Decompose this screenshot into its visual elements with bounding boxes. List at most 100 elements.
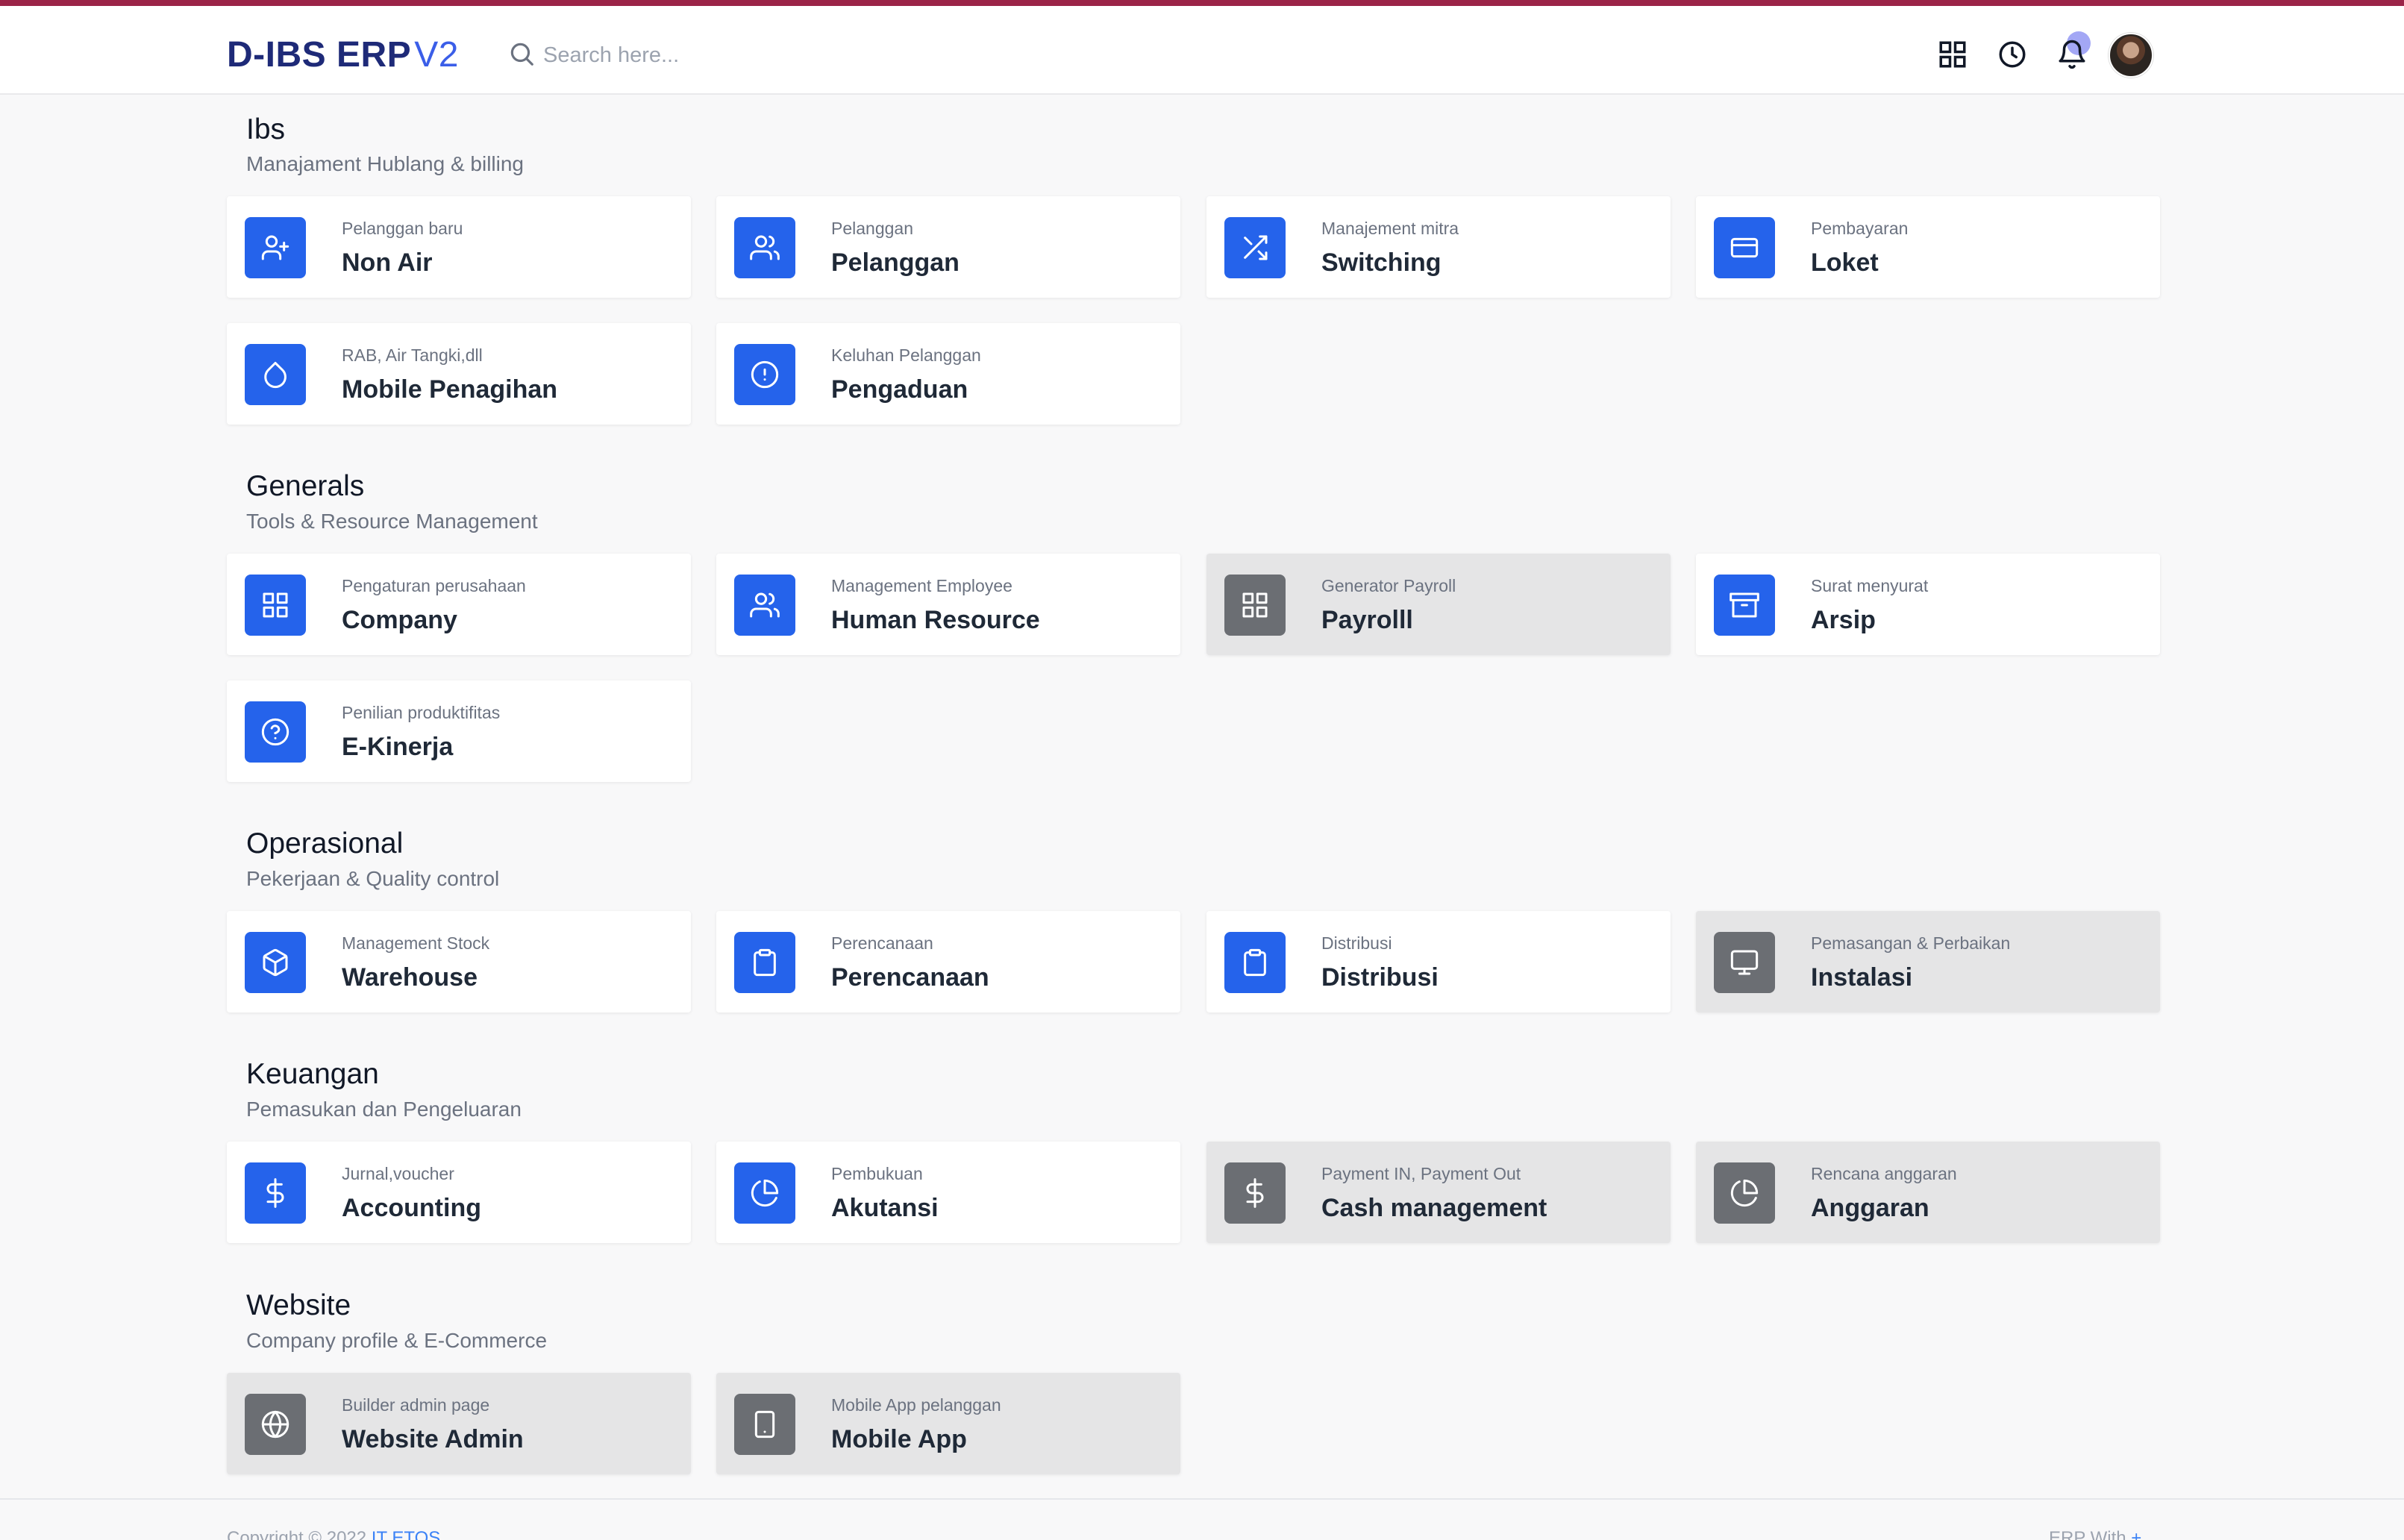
monitor-icon <box>1714 932 1775 993</box>
module-card-perencanaan[interactable]: Perencanaan Perencanaan <box>716 911 1180 1012</box>
box-icon <box>245 932 306 993</box>
module-card-subtitle: Surat menyurat <box>1811 576 1929 595</box>
module-card-title: Perencanaan <box>831 963 989 992</box>
module-card-loket[interactable]: Pembayaran Loket <box>1696 196 2160 298</box>
module-card-title: Arsip <box>1811 606 1876 634</box>
module-card-title: Mobile Penagihan <box>342 375 558 404</box>
module-card-title: Distribusi <box>1321 963 1439 992</box>
globe-icon <box>245 1394 306 1455</box>
module-card-subtitle: Pelanggan baru <box>342 219 463 238</box>
credit-card-icon <box>1714 217 1775 278</box>
bell-icon[interactable] <box>2055 37 2089 72</box>
module-card-subtitle: Builder admin page <box>342 1395 490 1415</box>
module-card-warehouse[interactable]: Management Stock Warehouse <box>227 911 691 1012</box>
module-card-accounting[interactable]: Jurnal,voucher Accounting <box>227 1142 691 1243</box>
section-subtitle-website: Company profile & E-Commerce <box>246 1329 548 1352</box>
module-card-title: Accounting <box>342 1194 481 1222</box>
module-card-subtitle: Penilian produktifitas <box>342 703 501 722</box>
module-card-non-air[interactable]: Pelanggan baru Non Air <box>227 196 691 298</box>
module-card-subtitle: Keluhan Pelanggan <box>831 345 981 365</box>
app-header: D-IBS ERP V2 <box>0 6 2404 95</box>
module-card-switching[interactable]: Manajement mitra Switching <box>1206 196 1671 298</box>
module-card-title: Loket <box>1811 248 1879 277</box>
module-card-subtitle: Pembukuan <box>831 1164 923 1183</box>
section-title-keuangan: Keuangan <box>246 1058 379 1090</box>
module-card-subtitle: Generator Payroll <box>1321 576 1456 595</box>
dollar-icon <box>245 1162 306 1224</box>
module-card-instalasi[interactable]: Pemasangan & Perbaikan Instalasi <box>1696 911 2160 1012</box>
search-input[interactable] <box>543 43 871 68</box>
users-icon <box>734 575 795 636</box>
module-card-website-admin[interactable]: Builder admin page Website Admin <box>227 1373 691 1474</box>
brand-logo[interactable]: D-IBS ERP V2 <box>227 28 459 81</box>
module-card-subtitle: Management Employee <box>831 576 1012 595</box>
footer-right: ERP With + <box>2049 1528 2141 1540</box>
search-icon <box>507 40 536 72</box>
module-card-title: Instalasi <box>1811 963 1913 992</box>
module-card-title: Pengaduan <box>831 375 968 404</box>
module-card-title: E-Kinerja <box>342 733 454 761</box>
module-card-title: Switching <box>1321 248 1442 277</box>
module-card-subtitle: Perencanaan <box>831 933 933 953</box>
module-card-title: Payrolll <box>1321 606 1413 634</box>
module-card-subtitle: RAB, Air Tangki,dll <box>342 345 483 365</box>
user-plus-icon <box>245 217 306 278</box>
search-bar[interactable] <box>507 33 895 78</box>
module-card-title: Website Admin <box>342 1425 524 1453</box>
footer-right-label: ERP With <box>2049 1528 2126 1540</box>
module-card-payrolll[interactable]: Generator Payroll Payrolll <box>1206 554 1671 655</box>
module-card-subtitle: Jurnal,voucher <box>342 1164 454 1183</box>
module-card-pengaduan[interactable]: Keluhan Pelanggan Pengaduan <box>716 323 1180 425</box>
module-card-mobile-app[interactable]: Mobile App pelanggan Mobile App <box>716 1373 1180 1474</box>
module-card-akutansi[interactable]: Pembukuan Akutansi <box>716 1142 1180 1243</box>
pie-chart-icon <box>734 1162 795 1224</box>
help-circle-icon <box>245 701 306 763</box>
users-icon <box>734 217 795 278</box>
module-card-title: Mobile App <box>831 1425 967 1453</box>
alert-circle-icon <box>734 344 795 405</box>
module-card-title: Human Resource <box>831 606 1040 634</box>
module-card-subtitle: Distribusi <box>1321 933 1392 953</box>
shuffle-icon <box>1224 217 1286 278</box>
module-card-pelanggan[interactable]: Pelanggan Pelanggan <box>716 196 1180 298</box>
avatar[interactable] <box>2109 33 2153 78</box>
droplet-icon <box>245 344 306 405</box>
module-card-arsip[interactable]: Surat menyurat Arsip <box>1696 554 2160 655</box>
module-card-title: Warehouse <box>342 963 478 992</box>
module-card-subtitle: Pelanggan <box>831 219 913 238</box>
module-card-title: Pelanggan <box>831 248 960 277</box>
module-card-subtitle: Pengaturan perusahaan <box>342 576 526 595</box>
archive-icon <box>1714 575 1775 636</box>
brand-version: V2 <box>414 34 459 75</box>
module-card-anggaran[interactable]: Rencana anggaran Anggaran <box>1696 1142 2160 1243</box>
section-subtitle-keuangan: Pemasukan dan Pengeluaran <box>246 1098 522 1121</box>
module-card-subtitle: Mobile App pelanggan <box>831 1395 1001 1415</box>
section-title-ibs: Ibs <box>246 113 286 145</box>
company-link[interactable]: IT ETOS <box>372 1528 440 1540</box>
module-card-human-resource[interactable]: Management Employee Human Resource <box>716 554 1180 655</box>
module-card-company[interactable]: Pengaturan perusahaan Company <box>227 554 691 655</box>
module-card-title: Akutansi <box>831 1194 939 1222</box>
grid-icon <box>1224 575 1286 636</box>
section-subtitle-ibs: Manajament Hublang & billing <box>246 152 524 175</box>
module-card-subtitle: Pembayaran <box>1811 219 1909 238</box>
dollar-icon <box>1224 1162 1286 1224</box>
clock-icon[interactable] <box>1995 37 2029 72</box>
footer: Copyright © 2022 IT ETOS ERP With + <box>0 1498 2404 1540</box>
module-card-cash-management[interactable]: Payment IN, Payment Out Cash management <box>1206 1142 1671 1243</box>
section-subtitle-generals: Tools & Resource Management <box>246 510 538 533</box>
copyright-label: Copyright © 2022 <box>227 1528 367 1540</box>
module-card-mobile-penagihan[interactable]: RAB, Air Tangki,dll Mobile Penagihan <box>227 323 691 425</box>
module-card-title: Anggaran <box>1811 1194 1929 1222</box>
module-card-subtitle: Pemasangan & Perbaikan <box>1811 933 2011 953</box>
grid-icon <box>245 575 306 636</box>
module-card-title: Company <box>342 606 457 634</box>
footer-plus-icon[interactable]: + <box>2131 1528 2141 1540</box>
module-card-distribusi[interactable]: Distribusi Distribusi <box>1206 911 1671 1012</box>
pie-chart-icon <box>1714 1162 1775 1224</box>
section-subtitle-operasional: Pekerjaan & Quality control <box>246 867 500 890</box>
module-card-subtitle: Rencana anggaran <box>1811 1164 1957 1183</box>
top-accent-bar <box>0 0 2404 6</box>
module-card-e-kinerja[interactable]: Penilian produktifitas E-Kinerja <box>227 680 691 782</box>
apps-grid-icon[interactable] <box>1935 37 1970 72</box>
